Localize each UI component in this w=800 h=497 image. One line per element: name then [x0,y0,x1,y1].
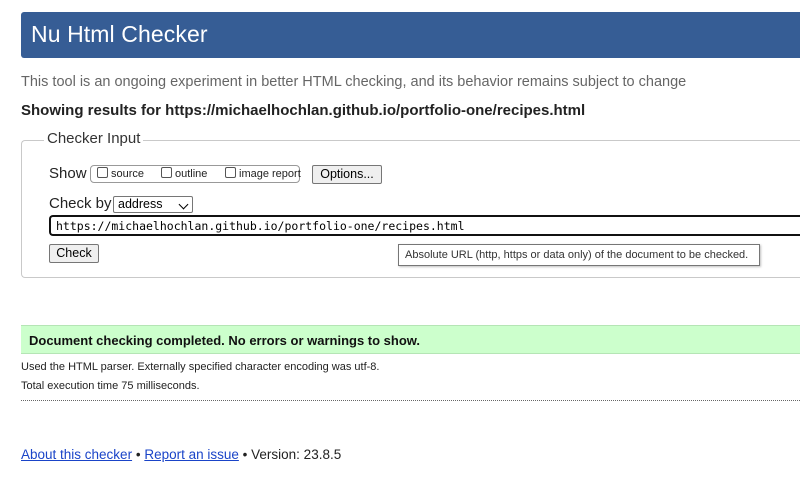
chevron-down-icon [178,199,189,210]
image-report-checkbox-label[interactable]: image report [239,168,301,180]
outline-checkbox[interactable] [161,167,172,178]
page-header: Nu Html Checker [21,12,800,58]
checker-input-legend: Checker Input [44,130,144,147]
options-button[interactable]: Options... [312,165,382,184]
about-checker-link[interactable]: About this checker [21,447,132,462]
check-by-label: Check by [49,195,112,212]
source-checkbox[interactable] [97,167,108,178]
page-title: Nu Html Checker [31,21,208,47]
footer-separator: • [135,447,141,462]
showing-results-heading: Showing results for https://michaelhochl… [21,102,586,119]
check-button[interactable]: Check [49,244,99,263]
outline-checkbox-label[interactable]: outline [175,168,207,180]
version-text: Version: 23.8.5 [251,447,342,462]
report-issue-link[interactable]: Report an issue [144,447,239,462]
check-by-select-value: address [118,197,163,211]
tagline: This tool is an ongoing experiment in be… [21,74,687,90]
footer-separator: • [242,447,248,462]
image-report-checkbox[interactable] [225,167,236,178]
source-checkbox-label[interactable]: source [111,168,144,180]
divider [21,400,800,401]
parser-info: Used the HTML parser. Externally specifi… [21,361,380,373]
success-banner: Document checking completed. No errors o… [21,325,800,354]
url-input[interactable]: https://michaelhochlan.github.io/portfol… [49,215,800,236]
success-message: Document checking completed. No errors o… [29,333,421,348]
footer: About this checker • Report an issue • V… [21,447,341,462]
execution-time: Total execution time 75 milliseconds. [21,380,200,392]
url-tooltip: Absolute URL (http, https or data only) … [398,244,760,266]
show-label: Show [49,165,87,182]
check-by-select[interactable]: address [113,196,193,213]
